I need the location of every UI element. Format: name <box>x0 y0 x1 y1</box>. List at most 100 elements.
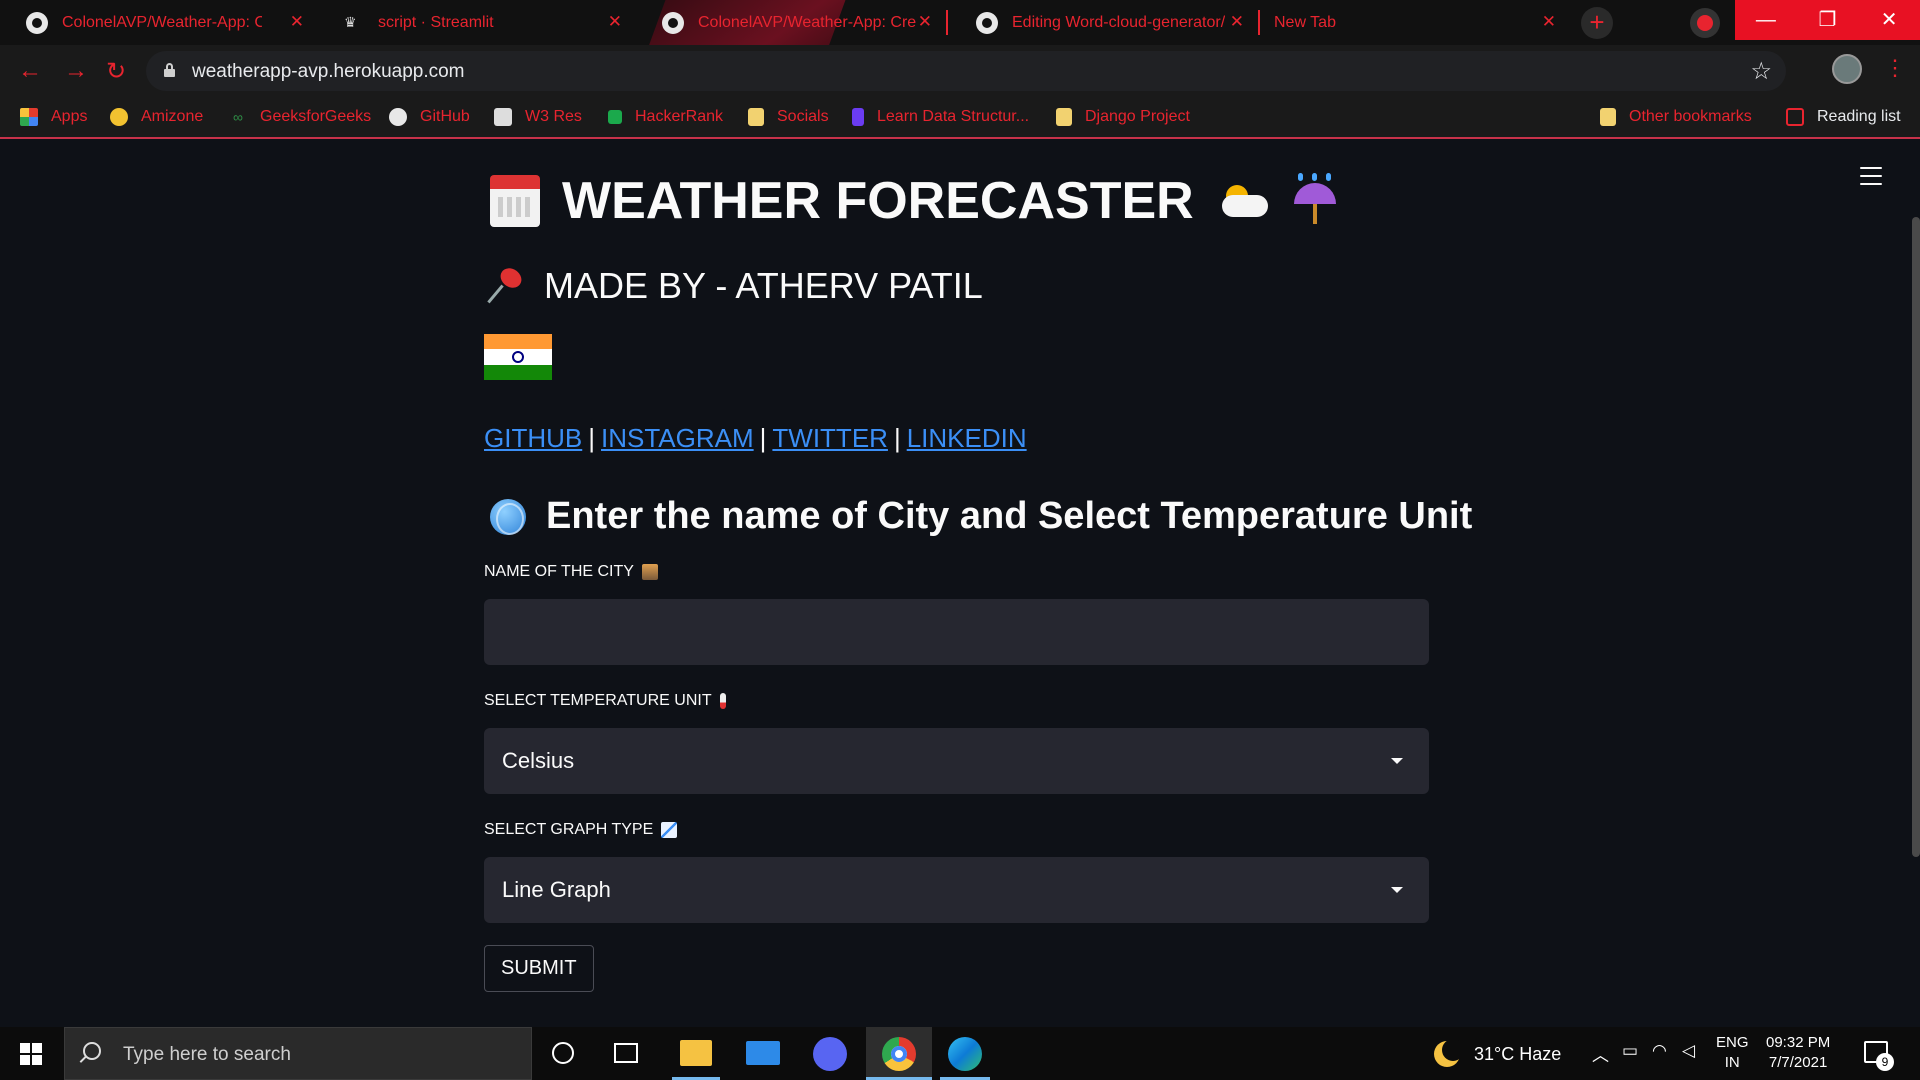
chrome-icon[interactable] <box>882 1037 916 1071</box>
back-arrow-icon[interactable]: ← <box>18 57 42 85</box>
restore-icon[interactable]: ❐ <box>1797 0 1859 40</box>
bookmark-hackerrank[interactable]: HackerRank <box>608 97 723 137</box>
volume-icon[interactable]: ◁ <box>1682 1041 1695 1061</box>
form-subheader: Enter the name of City and Select Temper… <box>490 495 1472 538</box>
bookmark-amizone[interactable]: Amizone <box>110 97 203 137</box>
temperature-unit-label: SELECT TEMPERATURE UNIT <box>484 692 726 710</box>
folder-icon <box>1600 108 1616 126</box>
windows-start-icon[interactable] <box>20 1043 42 1065</box>
city-label-text: NAME OF THE CITY <box>484 563 634 580</box>
file-explorer-icon[interactable] <box>680 1040 712 1066</box>
omnibox[interactable]: weatherapp-avp.herokuapp.com ☆ <box>146 51 1786 91</box>
tab-label: script · Streamlit <box>378 13 494 31</box>
bookmarks-bar: Apps Amizone ∞ GeeksforGeeks GitHub W3 R… <box>0 97 1920 139</box>
taskbar-search-box[interactable]: Type here to search <box>64 1027 532 1080</box>
battery-icon[interactable]: ▭ <box>1622 1041 1638 1061</box>
github-icon <box>26 11 48 34</box>
bookmark-geeksforgeeks[interactable]: ∞ GeeksforGeeks <box>229 97 371 137</box>
lang-line-1: ENG <box>1716 1034 1749 1051</box>
tab-weather-app-1[interactable]: ColonelAVP/Weather-App: Cre ✕ <box>0 0 316 45</box>
author-heading: MADE BY - ATHERV PATIL <box>487 264 983 307</box>
bookmark-other-bookmarks[interactable]: Other bookmarks <box>1600 97 1752 137</box>
notification-count-badge: 9 <box>1876 1053 1894 1071</box>
chart-decreasing-icon <box>661 822 678 838</box>
reading-list-button[interactable]: Reading list <box>1786 97 1901 137</box>
discord-icon[interactable] <box>813 1037 847 1071</box>
graph-type-select[interactable]: Line Graph <box>484 857 1429 923</box>
task-view-icon[interactable] <box>614 1043 638 1063</box>
cortana-icon[interactable] <box>552 1042 574 1064</box>
pushpin-icon <box>487 264 526 305</box>
tab-new-tab[interactable]: New Tab ✕ <box>1248 0 1568 45</box>
bookmark-apps[interactable]: Apps <box>20 97 87 137</box>
link-separator: | <box>893 423 901 453</box>
reload-icon[interactable]: ↻ <box>106 57 126 86</box>
chevron-down-icon <box>1391 758 1403 764</box>
amizone-icon <box>110 108 128 126</box>
linkedin-link[interactable]: LINKEDIN <box>907 423 1027 453</box>
browser-tab-bar: ColonelAVP/Weather-App: Cre ✕ ♛ script ·… <box>0 0 1920 45</box>
submit-button[interactable]: SUBMIT <box>484 945 594 992</box>
lang-line-2: IN <box>1724 1054 1740 1071</box>
github-icon <box>976 11 998 34</box>
close-window-icon[interactable]: ✕ <box>1858 0 1920 40</box>
tab-weather-app-2[interactable]: ColonelAVP/Weather-App: Cre ✕ <box>636 0 944 45</box>
bookmark-django-project[interactable]: Django Project <box>1056 97 1190 137</box>
bookmark-label: HackerRank <box>635 108 724 125</box>
profile-avatar[interactable] <box>1832 54 1862 84</box>
tab-word-cloud[interactable]: Editing Word-cloud-generator/ ✕ <box>950 0 1256 45</box>
bookmark-socials[interactable]: Socials <box>748 97 829 137</box>
city-input[interactable] <box>484 599 1429 665</box>
window-controls: — ❐ ✕ <box>1735 0 1920 40</box>
temperature-unit-select[interactable]: Celsius <box>484 728 1429 794</box>
weather-widget[interactable]: 31°C Haze <box>1434 1039 1561 1067</box>
minimize-icon[interactable]: — <box>1735 0 1797 40</box>
page-title: WEATHER FORECASTER <box>490 171 1338 231</box>
bookmark-w3res[interactable]: W3 Res <box>494 97 582 137</box>
bookmark-label: GeeksforGeeks <box>260 108 372 125</box>
lock-icon[interactable] <box>164 63 175 77</box>
link-separator: | <box>759 423 767 453</box>
github-link[interactable]: GITHUB <box>484 423 582 453</box>
tab-streamlit-script[interactable]: ♛ script · Streamlit ✕ <box>318 0 634 45</box>
cityscape-icon <box>641 564 658 580</box>
bookmark-label: Other bookmarks <box>1629 108 1752 125</box>
bookmark-label: Socials <box>777 108 829 125</box>
forward-arrow-icon[interactable]: → <box>64 57 88 85</box>
streamlit-app: WEATHER FORECASTER MADE BY - ATHERV PATI… <box>0 139 1920 1027</box>
close-icon[interactable]: ✕ <box>1230 12 1244 32</box>
bookmark-learn-ds[interactable]: Learn Data Structur... <box>852 97 1029 137</box>
close-icon[interactable]: ✕ <box>918 12 932 32</box>
twitter-link[interactable]: TWITTER <box>772 423 888 453</box>
system-clock[interactable]: 09:32 PM 7/7/2021 <box>1766 1033 1830 1073</box>
extension-icon[interactable] <box>1690 8 1720 38</box>
edge-icon[interactable] <box>948 1037 982 1071</box>
bookmark-label: W3 Res <box>525 108 582 125</box>
wifi-icon[interactable]: ◠ <box>1652 1041 1667 1061</box>
close-icon[interactable]: ✕ <box>1542 12 1556 32</box>
apps-grid-icon <box>20 108 38 126</box>
new-tab-button[interactable]: + <box>1581 7 1613 39</box>
close-icon[interactable]: ✕ <box>290 12 304 32</box>
chevron-up-icon[interactable]: ︿ <box>1592 1041 1609 1066</box>
url-text[interactable]: weatherapp-avp.herokuapp.com <box>192 61 465 83</box>
social-links: GITHUB | INSTAGRAM | TWITTER | LINKEDIN <box>484 423 1027 454</box>
scrollbar[interactable] <box>1912 217 1920 857</box>
instagram-link[interactable]: INSTAGRAM <box>601 423 754 453</box>
umbrella-with-rain-icon <box>1292 173 1338 229</box>
graph-label-text: SELECT GRAPH TYPE <box>484 821 654 838</box>
hamburger-menu-icon[interactable] <box>1860 167 1882 191</box>
kebab-menu-icon[interactable]: ⋮ <box>1884 55 1906 81</box>
learn-ds-icon <box>852 108 864 126</box>
selected-unit: Celsius <box>502 748 575 773</box>
mail-icon[interactable] <box>746 1041 780 1065</box>
bookmark-star-icon[interactable]: ☆ <box>1750 57 1772 86</box>
geeksforgeeks-icon: ∞ <box>233 109 243 125</box>
search-placeholder: Type here to search <box>123 1044 291 1065</box>
github-icon <box>662 11 684 34</box>
close-icon[interactable]: ✕ <box>608 12 622 32</box>
bookmark-github[interactable]: GitHub <box>389 97 470 137</box>
w3resource-icon <box>494 108 512 126</box>
language-indicator[interactable]: ENG IN <box>1716 1033 1749 1073</box>
windows-taskbar: Type here to search 31°C Haze ︿ ▭ ◠ ◁ EN… <box>0 1027 1920 1080</box>
